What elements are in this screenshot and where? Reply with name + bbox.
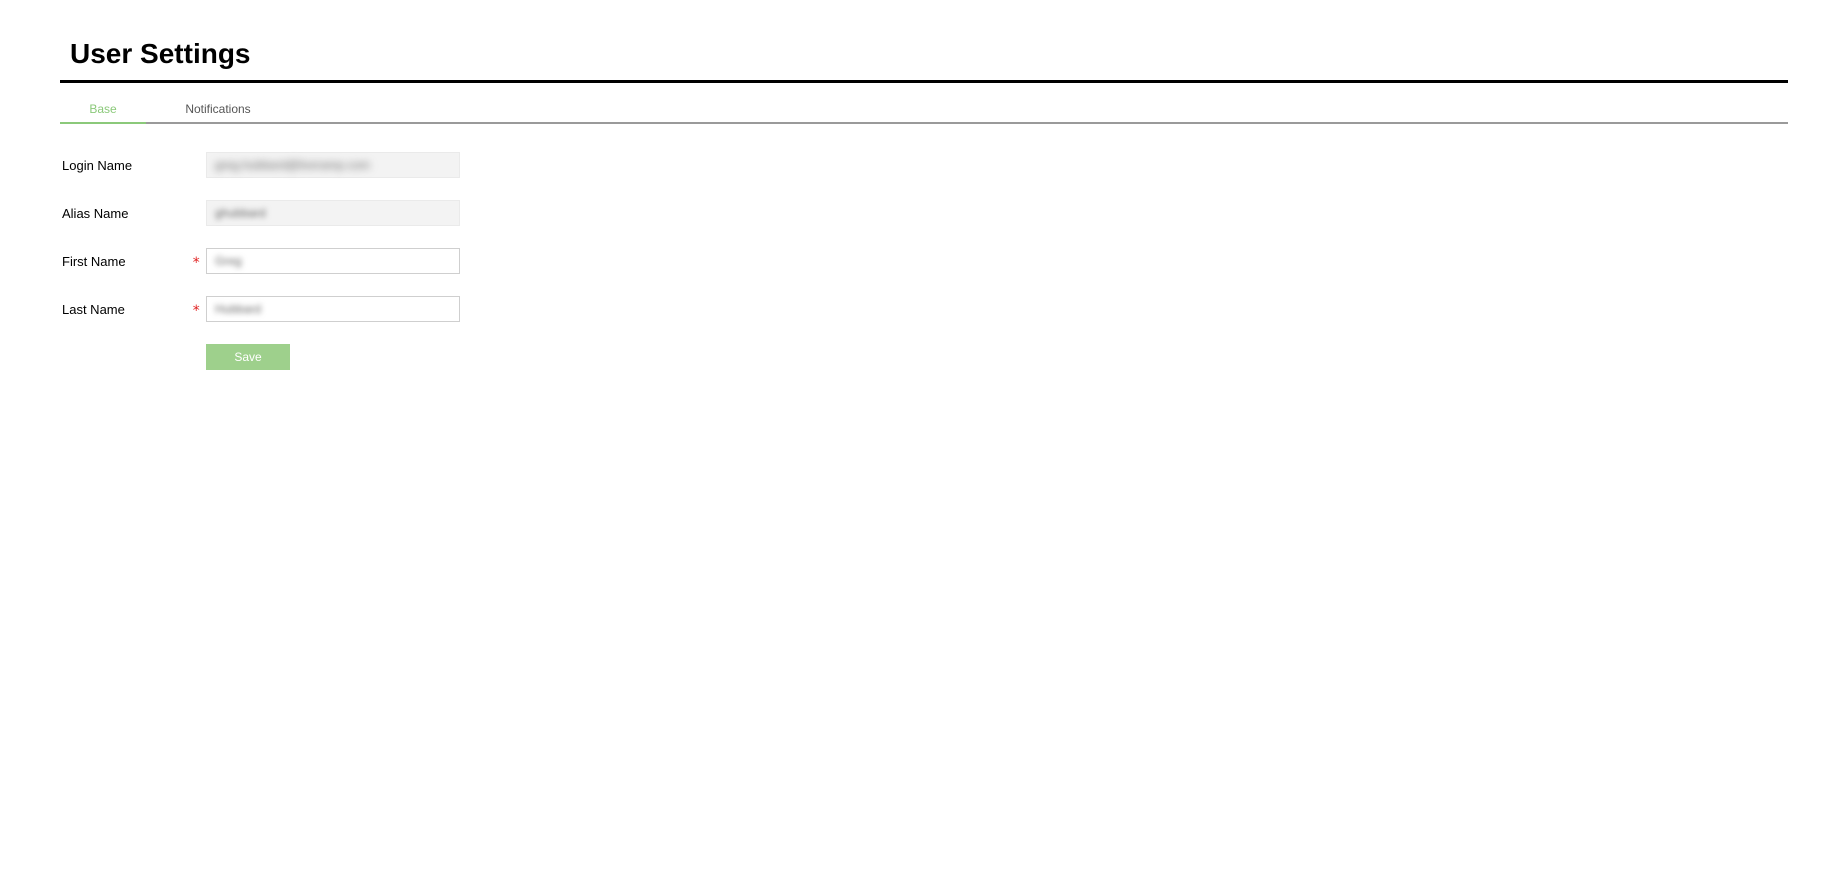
- title-divider: [60, 80, 1788, 83]
- form-area: Login Name greg.hubbard@liveramp.com Ali…: [60, 152, 1788, 370]
- page-title: User Settings: [60, 30, 1788, 80]
- login-name-value: greg.hubbard@liveramp.com: [215, 158, 370, 172]
- label-alias-name: Alias Name: [60, 206, 192, 221]
- tab-base[interactable]: Base: [60, 97, 146, 122]
- row-alias-name: Alias Name ghubbard: [60, 200, 1788, 226]
- required-marker-first-name: *: [192, 251, 206, 271]
- row-save: Save: [60, 344, 1788, 370]
- save-button[interactable]: Save: [206, 344, 290, 370]
- label-first-name: First Name: [60, 254, 192, 269]
- tabs: Base Notifications: [60, 97, 1788, 124]
- tab-notifications[interactable]: Notifications: [146, 97, 290, 122]
- row-login-name: Login Name greg.hubbard@liveramp.com: [60, 152, 1788, 178]
- page-container: User Settings Base Notifications Login N…: [0, 0, 1848, 370]
- last-name-input[interactable]: Hubbard: [206, 296, 460, 322]
- first-name-value: Greg: [215, 254, 242, 268]
- first-name-input[interactable]: Greg: [206, 248, 460, 274]
- login-name-field: greg.hubbard@liveramp.com: [206, 152, 460, 178]
- alias-name-field: ghubbard: [206, 200, 460, 226]
- required-marker-last-name: *: [192, 299, 206, 319]
- alias-name-value: ghubbard: [215, 206, 266, 220]
- label-login-name: Login Name: [60, 158, 192, 173]
- last-name-value: Hubbard: [215, 302, 261, 316]
- save-offset: [60, 344, 206, 370]
- row-last-name: Last Name * Hubbard: [60, 296, 1788, 322]
- row-first-name: First Name * Greg: [60, 248, 1788, 274]
- label-last-name: Last Name: [60, 302, 192, 317]
